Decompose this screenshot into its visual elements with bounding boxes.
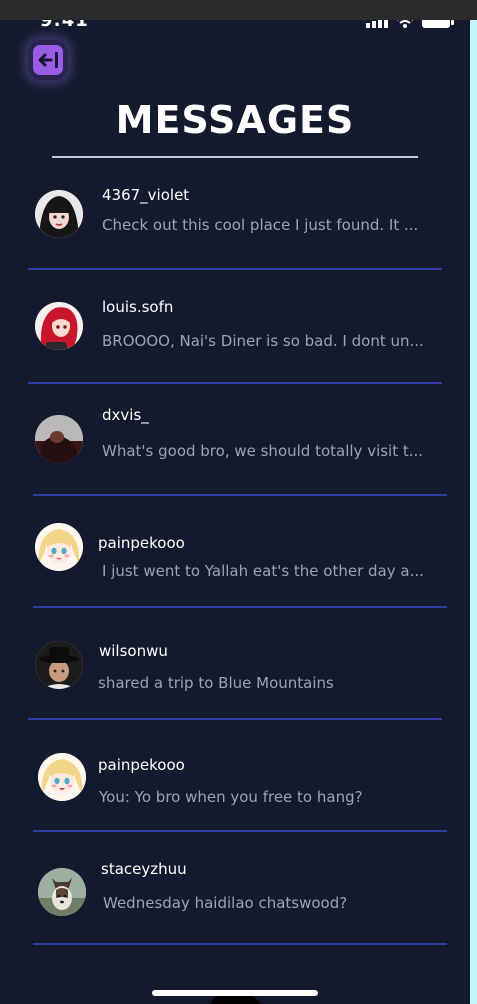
conversation-item[interactable]: painpekooo You: Yo bro when you free to … xyxy=(0,732,470,844)
conversation-item[interactable]: staceyzhuu Wednesday haidilao chatswood? xyxy=(0,844,470,956)
window-edge xyxy=(470,20,477,1004)
conversation-preview: Check out this cool place I just found. … xyxy=(102,216,419,234)
conversation-divider xyxy=(28,382,442,384)
conversation-divider xyxy=(33,494,447,496)
conversation-username: 4367_violet xyxy=(102,186,190,204)
conversation-item[interactable]: 4367_violet Check out this cool place I … xyxy=(0,170,470,282)
user-avatar-blonde-anime xyxy=(35,523,83,571)
conversation-divider xyxy=(33,943,447,945)
conversation-preview: shared a trip to Blue Mountains xyxy=(98,674,334,692)
conversation-divider xyxy=(33,830,447,832)
home-indicator[interactable] xyxy=(152,990,318,996)
user-avatar-red-hair-anime xyxy=(35,302,83,350)
window-top-bar xyxy=(0,0,477,20)
conversation-item[interactable]: louis.sofn BROOOO, Nai's Diner is so bad… xyxy=(0,282,470,394)
conversation-username: louis.sofn xyxy=(102,298,174,316)
conversation-item[interactable]: painpekooo I just went to Yallah eat's t… xyxy=(0,508,470,620)
phone-screen: 9:41 MESSAGES 4367_violet Check out this… xyxy=(0,20,470,1004)
conversation-item[interactable]: dxvis_ What's good bro, we should totall… xyxy=(0,396,470,508)
user-avatar-dark-photo xyxy=(35,415,83,463)
conversation-item[interactable]: wilsonwu shared a trip to Blue Mountains xyxy=(0,620,470,732)
conversation-username: staceyzhuu xyxy=(101,860,187,878)
user-avatar-hat-man xyxy=(35,641,83,689)
conversation-divider xyxy=(28,268,442,270)
user-avatar-dog xyxy=(38,868,86,916)
conversation-username: painpekooo xyxy=(98,756,185,774)
conversation-username: painpekooo xyxy=(98,534,185,552)
conversation-preview: I just went to Yallah eat's the other da… xyxy=(102,562,424,580)
conversation-preview: What's good bro, we should totally visit… xyxy=(102,442,424,460)
conversation-divider xyxy=(33,606,447,608)
conversation-preview: You: Yo bro when you free to hang? xyxy=(99,788,363,806)
conversation-preview: Wednesday haidilao chatswood? xyxy=(103,894,348,912)
user-avatar-goth-girl xyxy=(35,190,83,238)
conversation-list: 4367_violet Check out this cool place I … xyxy=(0,20,470,1004)
conversation-preview: BROOOO, Nai's Diner is so bad. I dont un… xyxy=(102,332,424,350)
conversation-divider xyxy=(28,718,442,720)
conversation-username: dxvis_ xyxy=(102,406,149,424)
conversation-username: wilsonwu xyxy=(99,642,168,660)
user-avatar-blonde-anime xyxy=(38,753,86,801)
